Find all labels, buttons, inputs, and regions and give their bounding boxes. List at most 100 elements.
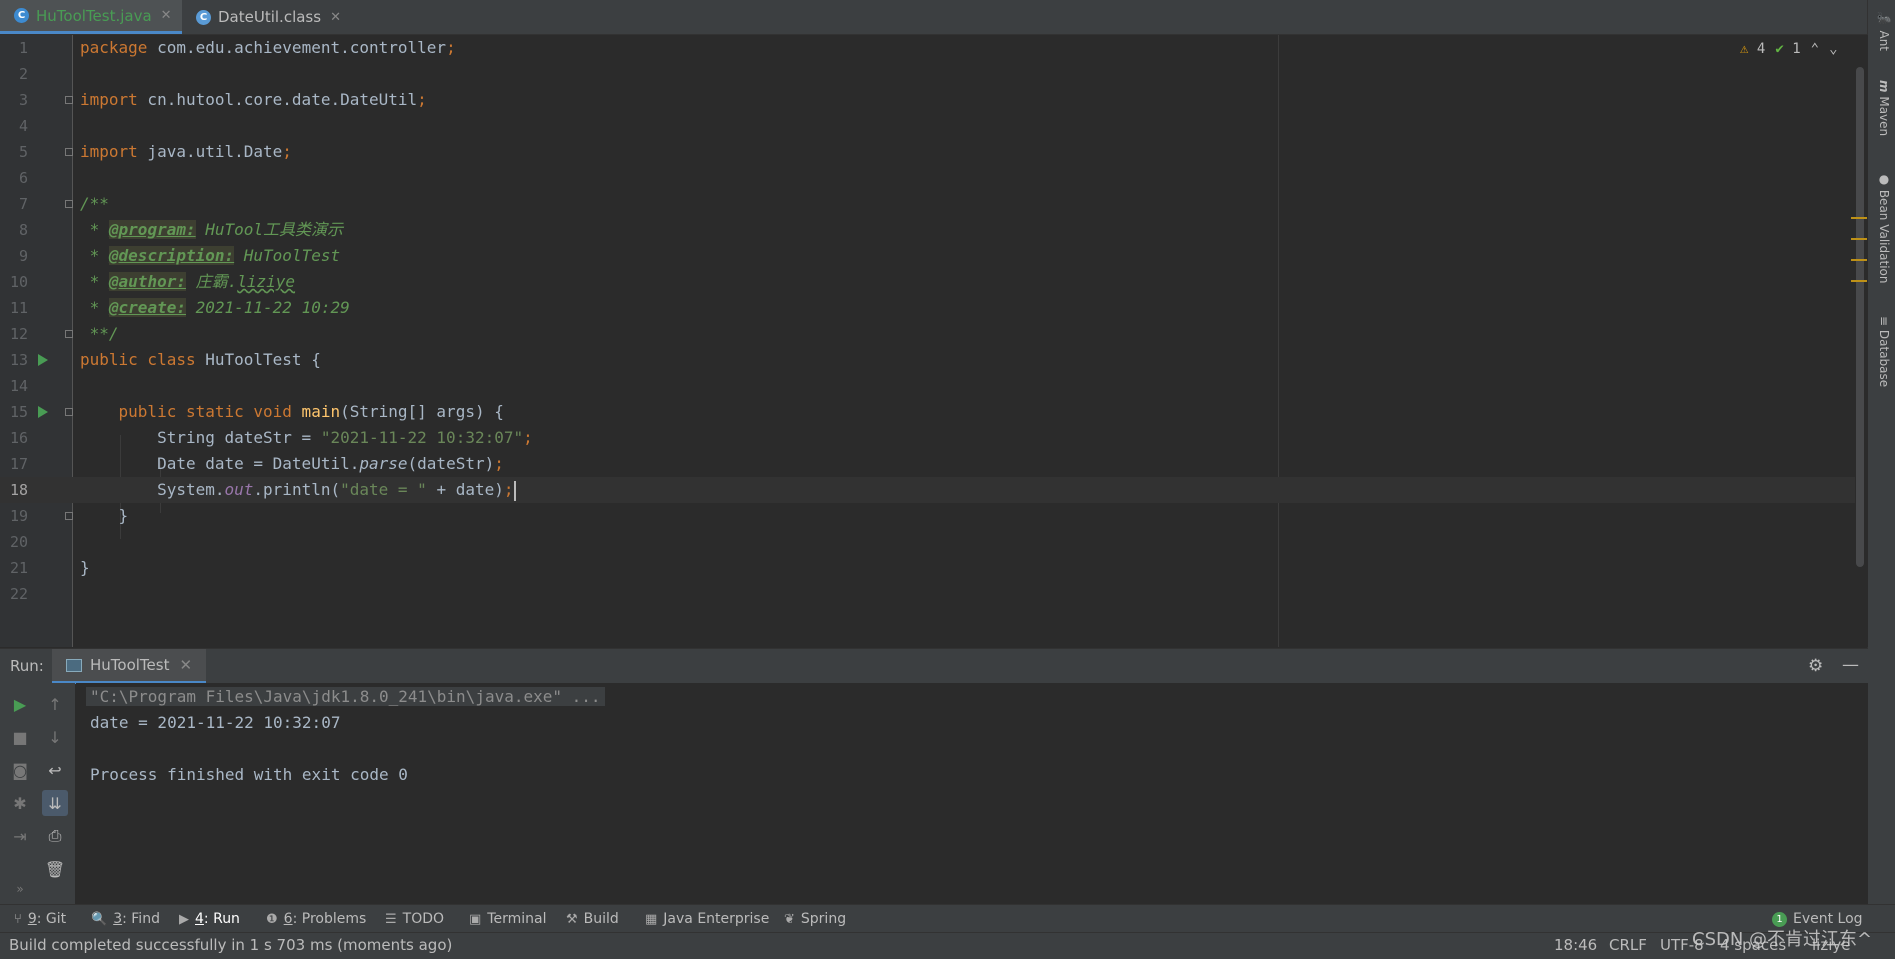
- warning-marker[interactable]: [1851, 259, 1867, 261]
- code-line-5: 5 import java.util.Date;: [18, 142, 292, 161]
- debug-icon[interactable]: ✱: [7, 790, 33, 816]
- toolwindow-build[interactable]: ⚒ Build: [566, 911, 619, 927]
- run-gutter-icon[interactable]: [38, 406, 48, 418]
- code-line-18: 18 System.out.println("date = " + date);: [0, 477, 1855, 503]
- toolwindow-terminal[interactable]: ▣ Terminal: [469, 911, 546, 927]
- toolwindow-todo[interactable]: ☰ TODO: [385, 911, 444, 927]
- more-icon[interactable]: »: [7, 876, 33, 902]
- code-line-2: 2: [18, 65, 28, 83]
- soft-wrap-icon[interactable]: ↩: [42, 757, 68, 783]
- toolwindow-spring[interactable]: ❦ Spring: [784, 911, 846, 927]
- status-message[interactable]: Build completed successfully in 1 s 703 …: [9, 936, 452, 954]
- console-exit-line: Process finished with exit code 0: [90, 765, 408, 784]
- close-icon[interactable]: ✕: [161, 8, 172, 23]
- exit-icon[interactable]: ⇥: [7, 823, 33, 849]
- caret-position[interactable]: 18:46: [1554, 936, 1597, 954]
- right-tool-strip: 🐜 Ant m Maven ● Bean Validation ≡ Databa…: [1867, 0, 1895, 904]
- arrow-down-icon[interactable]: ↓: [42, 724, 68, 750]
- git-branch-icon: ⑂: [14, 911, 22, 927]
- console-icon: [66, 658, 82, 672]
- chevron-up-icon[interactable]: ⌃: [1811, 41, 1819, 57]
- java-enterprise-icon: ▦: [645, 911, 658, 927]
- code-line-3: 3 import cn.hutool.core.date.DateUtil;: [18, 90, 427, 109]
- database-icon: ≡: [1877, 316, 1891, 327]
- run-label: Run:: [10, 657, 44, 675]
- ant-tool-button[interactable]: 🐜 Ant: [1877, 12, 1891, 51]
- toolwindow-git[interactable]: ⑂ 9: Git: [14, 911, 66, 927]
- arrow-up-icon[interactable]: ↑: [42, 691, 68, 717]
- status-bar: Build completed successfully in 1 s 703 …: [0, 932, 1895, 959]
- warning-icon: ⚠: [1740, 41, 1749, 57]
- code-line-10: 10 * @author: 庄霸.liziye: [9, 272, 296, 291]
- scroll-to-end-icon[interactable]: ⇊: [42, 790, 68, 816]
- ant-icon: 🐜: [1877, 12, 1891, 27]
- warning-marker[interactable]: [1851, 217, 1867, 219]
- toolwindow-run[interactable]: ▶ 4: Run: [179, 911, 240, 927]
- chevron-down-icon[interactable]: ⌄: [1829, 41, 1837, 57]
- code-line-20: 20: [9, 533, 28, 551]
- code-line-13: 13 public class HuToolTest {: [9, 350, 321, 369]
- maven-icon: m: [1877, 80, 1891, 93]
- terminal-icon: ▣: [469, 911, 482, 927]
- hammer-icon: ⚒: [566, 911, 578, 927]
- fold-icon[interactable]: [65, 408, 73, 416]
- warning-marker[interactable]: [1851, 280, 1867, 282]
- stop-icon[interactable]: ■: [7, 724, 33, 750]
- search-icon: 🔍: [91, 911, 108, 927]
- minimize-icon[interactable]: —: [1842, 655, 1859, 675]
- editor-scrollbar[interactable]: [1856, 67, 1864, 567]
- code-line-15: 15 public static void main(String[] args…: [9, 402, 504, 421]
- code-line-22: 22: [9, 585, 28, 603]
- code-line-19: 19 }: [9, 506, 129, 525]
- code-line-1: 1 package com.edu.achievement.controller;: [18, 38, 456, 57]
- line-separator[interactable]: CRLF: [1609, 936, 1647, 954]
- trash-icon[interactable]: 🗑: [42, 856, 68, 882]
- run-icon: ▶: [179, 911, 189, 927]
- csdn-watermark: CSDN @不肯过江东^: [1692, 929, 1873, 950]
- code-editor[interactable]: 1 package com.edu.achievement.controller;…: [0, 35, 1868, 647]
- code-line-16: 16 String dateStr = "2021-11-22 10:32:07…: [9, 428, 533, 447]
- maven-tool-button[interactable]: m Maven: [1877, 80, 1891, 136]
- fold-icon[interactable]: [65, 330, 73, 338]
- run-console[interactable]: "C:\Program Files\Java\jdk1.8.0_241\bin\…: [76, 683, 1868, 904]
- compiled-class-icon: C: [196, 9, 211, 25]
- tab-label: DateUtil.class: [218, 8, 322, 26]
- code-line-9: 9 * @description: HuToolTest: [18, 246, 341, 265]
- toolwindow-problems[interactable]: ❶6: Problems: [266, 911, 366, 927]
- database-tool-button[interactable]: ≡ Database: [1877, 316, 1891, 387]
- bean-validation-tool-button[interactable]: ● Bean Validation: [1877, 172, 1891, 283]
- inspection-widget[interactable]: ⚠ 4 ✔ 1 ⌃ ⌄: [1740, 41, 1838, 57]
- rerun-icon[interactable]: ▶: [7, 691, 33, 717]
- run-tab-hutooltest[interactable]: HuToolTest ✕: [52, 649, 207, 684]
- code-line-21: 21}: [9, 558, 90, 577]
- java-class-icon: C: [14, 8, 29, 23]
- code-line-8: 8 * @program: HuTool工具类演示: [18, 220, 344, 239]
- tab-label: HuToolTest.java: [36, 6, 152, 25]
- code-line-7: 7/**: [18, 194, 109, 213]
- fold-icon[interactable]: [65, 512, 73, 520]
- camera-icon[interactable]: ◙: [7, 757, 33, 783]
- list-icon: ☰: [385, 911, 397, 927]
- code-line-11: 11 * @create: 2021-11-22 10:29: [9, 298, 350, 317]
- text-caret: [513, 480, 516, 501]
- tool-window-bar: ⑂ 9: Git 🔍 3: Find ▶ 4: Run ❶6: Problems ☰ T…: [0, 904, 1895, 933]
- fold-icon[interactable]: [65, 148, 73, 156]
- console-output-line: date = 2021-11-22 10:32:07: [90, 713, 341, 732]
- close-icon[interactable]: ✕: [179, 656, 192, 674]
- problems-icon: ❶: [266, 911, 278, 927]
- warning-marker[interactable]: [1851, 238, 1867, 240]
- toolwindow-find[interactable]: 🔍 3: Find: [91, 911, 160, 927]
- print-icon[interactable]: ⎙: [42, 823, 68, 849]
- close-icon[interactable]: ✕: [330, 10, 341, 25]
- toolwindow-java-enterprise[interactable]: ▦ Java Enterprise: [645, 911, 769, 927]
- console-command-line: "C:\Program Files\Java\jdk1.8.0_241\bin\…: [86, 684, 605, 710]
- code-line-4: 4: [18, 117, 28, 135]
- gear-icon[interactable]: ⚙: [1808, 656, 1823, 676]
- run-gutter-icon[interactable]: [38, 354, 48, 366]
- tab-hutooltest-java[interactable]: C HuToolTest.java ✕: [0, 0, 182, 34]
- tab-dateutil-class[interactable]: C DateUtil.class ✕: [182, 0, 351, 34]
- typo-check-icon: ✔: [1775, 41, 1784, 57]
- fold-icon[interactable]: [65, 200, 73, 208]
- fold-icon[interactable]: [65, 96, 73, 104]
- code-line-12: 12 **/: [9, 324, 119, 343]
